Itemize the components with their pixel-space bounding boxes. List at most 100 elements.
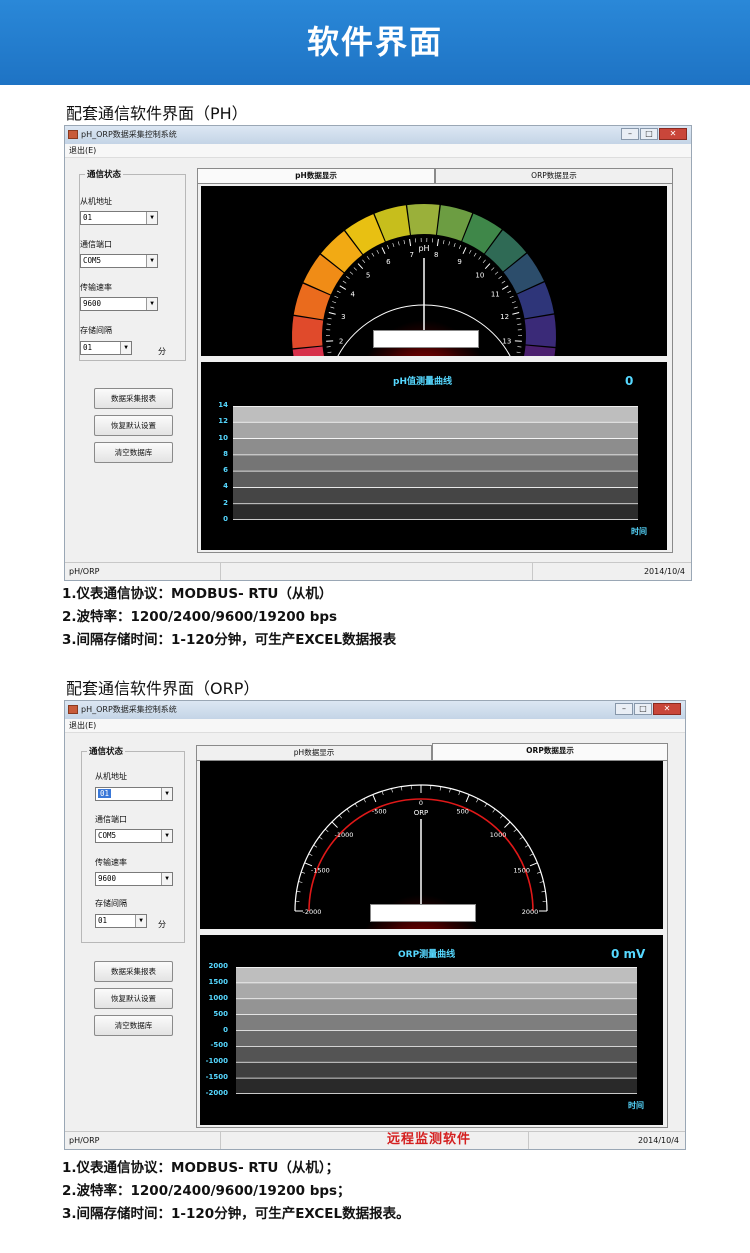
- minimize-button[interactable]: –: [615, 703, 633, 715]
- chevron-down-icon[interactable]: ▼: [135, 915, 146, 927]
- group-label: 通信状态: [85, 168, 124, 180]
- data-report-button[interactable]: 数据采集报表: [94, 388, 173, 409]
- ph-tick-label: 3: [341, 313, 345, 321]
- ph-scale-tick: [498, 276, 502, 279]
- maximize-button[interactable]: □: [640, 128, 658, 140]
- maximize-button[interactable]: □: [634, 703, 652, 715]
- baud-label: 传输速率: [95, 858, 127, 867]
- ph-scale-tick: [387, 245, 390, 249]
- ph-scale-tick: [482, 259, 486, 264]
- app-window-orp: pH_ORP数据采集控制系统 – □ ✕ 退出(E) 通信状态 从机地址 01 ▼…: [64, 700, 686, 1150]
- orp-scale-tick: [308, 853, 313, 856]
- ph-tick-label: 10: [475, 272, 484, 280]
- ph-arc-segment: [524, 314, 556, 347]
- clear-database-button[interactable]: 清空数据库: [94, 1015, 173, 1036]
- y-tick-label: -1500: [205, 1073, 228, 1082]
- window-title: pH_ORP数据采集控制系统: [81, 130, 177, 139]
- ph-tick-label: 12: [500, 313, 509, 321]
- menubar: 退出(E): [65, 144, 691, 158]
- menu-exit[interactable]: 退出(E): [69, 721, 96, 730]
- slave-address-select[interactable]: 01 ▼: [80, 211, 158, 225]
- ph-scale-tick: [484, 263, 491, 270]
- orp-scale-tick: [400, 786, 403, 791]
- remote-monitor-label: 远程监测软件: [387, 1132, 472, 1147]
- chart-plot-area: [236, 967, 637, 1095]
- baud-select[interactable]: 9600 ▼: [95, 872, 173, 886]
- orp-scale-tick: [529, 862, 538, 867]
- orp-scale-tick: [363, 798, 366, 803]
- ph-scale-tick: [512, 312, 520, 315]
- menu-exit[interactable]: 退出(E): [69, 146, 96, 155]
- ph-readout: [373, 330, 479, 348]
- y-tick-label: -2000: [205, 1089, 228, 1097]
- chevron-down-icon[interactable]: ▼: [146, 212, 157, 224]
- ph-scale-tick: [328, 312, 336, 315]
- orp-scale-tick: [500, 814, 504, 819]
- interval-value: 01: [98, 916, 108, 925]
- chevron-down-icon[interactable]: ▼: [120, 342, 131, 354]
- data-report-button[interactable]: 数据采集报表: [94, 961, 173, 982]
- chevron-down-icon[interactable]: ▼: [146, 298, 157, 310]
- ph-scale-tick: [366, 256, 370, 260]
- interval-select[interactable]: 01 ▼: [95, 914, 147, 928]
- chevron-down-icon[interactable]: ▼: [161, 873, 172, 885]
- tab-orp-data[interactable]: ORP数据显示: [432, 743, 668, 760]
- clear-database-button[interactable]: 清空数据库: [94, 442, 173, 463]
- orp-scale-tick: [541, 890, 546, 893]
- close-button[interactable]: ✕: [653, 703, 681, 715]
- ph-scale-tick: [346, 276, 350, 279]
- ph-tick-label: 9: [457, 258, 461, 266]
- chart-plot: [233, 406, 638, 521]
- tab-ph-data[interactable]: pH数据显示: [196, 745, 432, 760]
- orp-scale-tick: [465, 794, 470, 803]
- plot-band: [233, 438, 638, 456]
- y-tick-label: 10: [218, 433, 228, 442]
- slave-address-select[interactable]: 01 ▼: [95, 787, 173, 801]
- baud-select[interactable]: 9600 ▼: [80, 297, 158, 311]
- ph-tick-label: 5: [366, 272, 370, 280]
- chevron-down-icon[interactable]: ▼: [161, 830, 172, 842]
- close-button[interactable]: ✕: [659, 128, 687, 140]
- note-line: 3.间隔存储时间：1-120分钟，可生产EXCEL数据报表: [62, 632, 397, 648]
- ph-scale-tick: [511, 301, 516, 304]
- section-heading-ph: 配套通信软件界面（PH）: [66, 104, 248, 123]
- slave-address-value: 01: [83, 213, 93, 222]
- y-tick-label: 0: [223, 1025, 228, 1034]
- port-label: 通信端口: [95, 815, 127, 824]
- tab-orp-data[interactable]: ORP数据显示: [435, 168, 673, 183]
- baud-value: 9600: [98, 874, 117, 883]
- group-label: 通信状态: [87, 745, 126, 757]
- minimize-button[interactable]: –: [621, 128, 639, 140]
- interval-select[interactable]: 01 ▼: [80, 341, 132, 355]
- statusbar: pH/ORP 2014/10/4: [65, 562, 691, 580]
- restore-default-button[interactable]: 恢复默认设置: [94, 988, 173, 1009]
- ph-scale-tick: [507, 290, 512, 294]
- ph-scale-tick: [516, 317, 521, 320]
- chevron-down-icon[interactable]: ▼: [146, 255, 157, 267]
- restore-default-button[interactable]: 恢复默认设置: [94, 415, 173, 436]
- interval-unit: 分: [158, 920, 166, 929]
- orp-scale-tick: [504, 821, 511, 828]
- interval-unit: 分: [158, 347, 166, 356]
- slave-address-label: 从机地址: [80, 197, 112, 206]
- y-tick-label: 1500: [208, 977, 228, 986]
- chart-plot-area: [233, 406, 638, 521]
- note-line: 3.间隔存储时间：1-120分钟，可生产EXCEL数据报表。: [62, 1206, 410, 1222]
- orp-scale-tick: [458, 791, 461, 796]
- ph-scale-tick: [491, 267, 495, 271]
- status-left: pH/ORP: [69, 567, 100, 576]
- port-select[interactable]: COM5 ▼: [80, 254, 158, 268]
- ph-scale-tick: [453, 243, 456, 248]
- ph-scale-tick: [448, 241, 451, 246]
- chart-plot: [236, 967, 637, 1095]
- ph-scale-tick: [357, 263, 364, 270]
- ph-scale-tick: [501, 285, 509, 290]
- ph-scale-tick: [494, 271, 499, 275]
- tab-ph-data[interactable]: pH数据显示: [197, 168, 435, 183]
- ph-scale-tick: [327, 351, 332, 354]
- port-select[interactable]: COM5 ▼: [95, 829, 173, 843]
- interval-value: 01: [83, 343, 93, 352]
- orp-tick-label: 2000: [522, 908, 539, 916]
- chevron-down-icon[interactable]: ▼: [161, 788, 172, 800]
- banner: 软件界面: [0, 0, 750, 85]
